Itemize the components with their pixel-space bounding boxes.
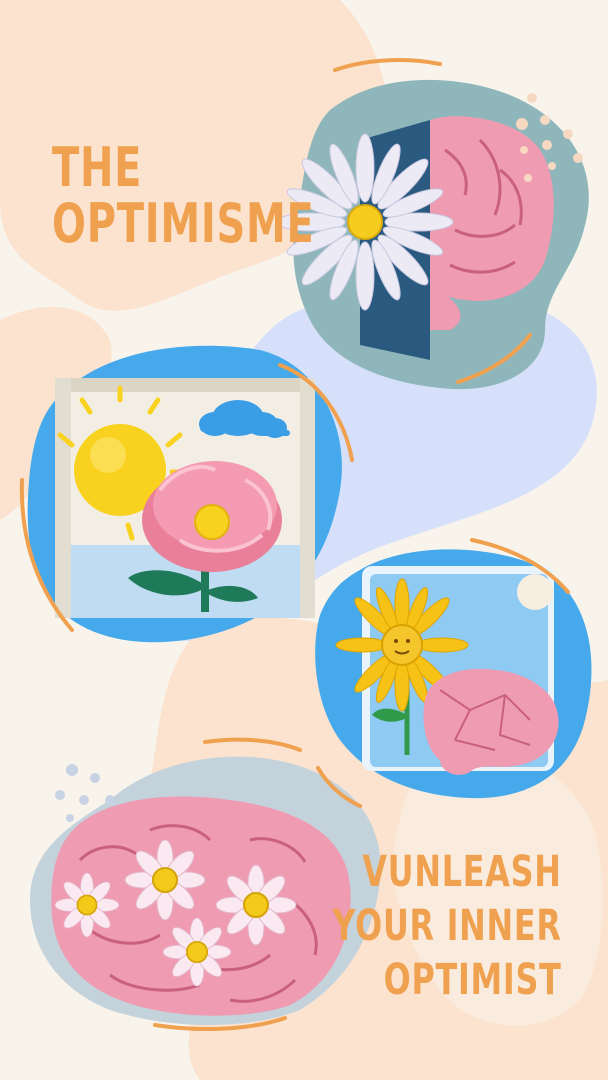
arc-sunflower-top — [470, 538, 570, 594]
poster: THE OPTIMISME VUNLEASH YOUR INNER OPTIMI… — [0, 0, 608, 1080]
poster-tagline: VUNLEASH YOUR INNER OPTIMIST — [333, 845, 562, 1007]
arc-sunflower-left — [316, 766, 362, 808]
title-line-2: OPTIMISME — [52, 192, 315, 255]
tagline-line-1: VUNLEASH — [362, 847, 562, 897]
arc-sun-right — [278, 363, 354, 462]
tagline-line-3: OPTIMIST — [384, 955, 562, 1005]
arc-brain-bottom — [153, 1016, 287, 1031]
title-line-1: THE — [52, 136, 143, 199]
arc-daisy-bottom — [456, 333, 532, 384]
arc-sun-left — [19, 478, 74, 632]
poster-title: THE OPTIMISME — [52, 140, 315, 252]
arc-brain-top — [203, 737, 302, 752]
tagline-line-2: YOUR INNER — [332, 901, 562, 951]
arc-top — [333, 58, 442, 72]
